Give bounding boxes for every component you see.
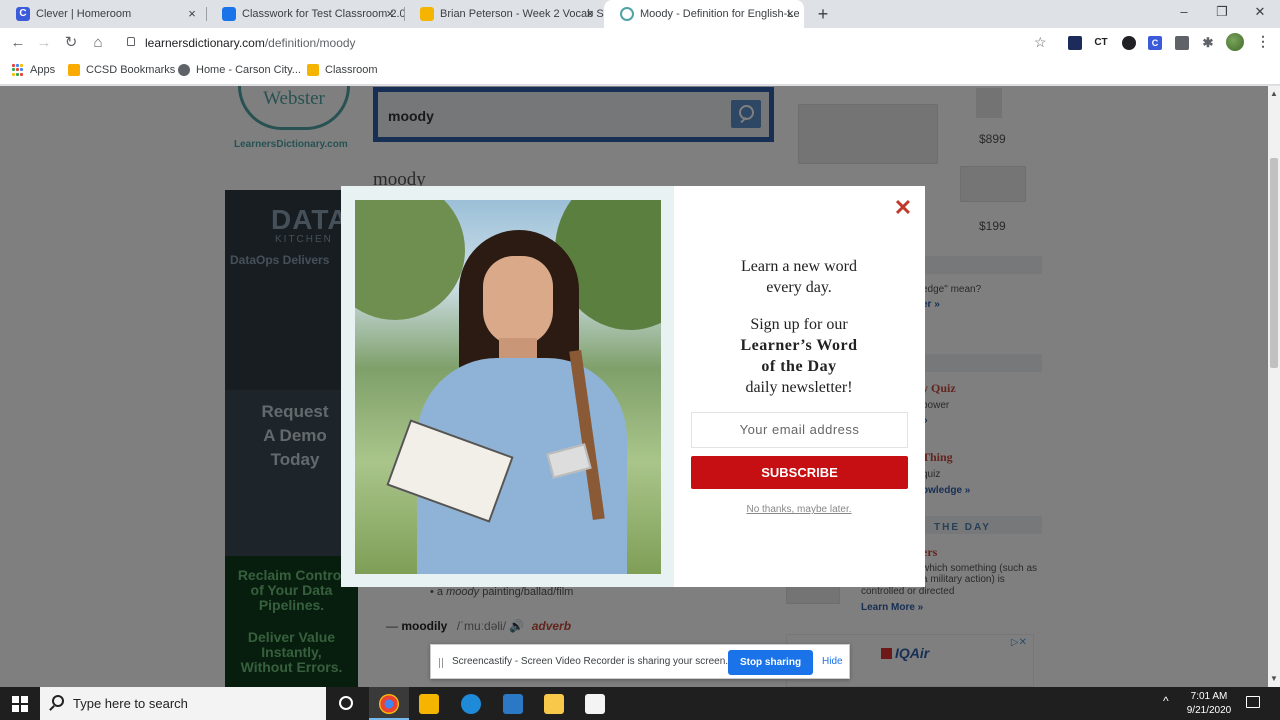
drag-handle-icon[interactable]	[439, 658, 443, 668]
tab-close-icon[interactable]: ×	[382, 6, 398, 22]
windows-start-icon[interactable]	[12, 696, 28, 712]
bookmark-label: Classroom	[325, 64, 378, 76]
bookmark-ccsd[interactable]: CCSD Bookmarks	[68, 64, 175, 76]
file-explorer-icon[interactable]	[544, 694, 564, 714]
profile-avatar[interactable]	[1226, 33, 1244, 51]
subscribe-button[interactable]: SUBSCRIBE	[691, 456, 908, 489]
bookmark-carson-city[interactable]: Home - Carson City...	[178, 64, 301, 76]
close-icon[interactable]: ✕	[893, 197, 913, 219]
modal-heading: Learn a new word every day.	[741, 258, 857, 296]
tab-title: Brian Peterson - Week 2 Vocab Sl	[440, 8, 604, 20]
globe-favicon-icon	[620, 7, 634, 21]
screen-share-bar: Screencastify - Screen Video Recorder is…	[430, 644, 850, 679]
globe-icon	[178, 64, 190, 76]
modal-image-frame	[341, 186, 674, 587]
extensions-puzzle-icon[interactable]: ✱	[1201, 36, 1215, 50]
tab-close-icon[interactable]: ×	[782, 6, 798, 22]
tab-title: Clever | Homeroom	[36, 8, 132, 20]
bookmark-classroom[interactable]: Classroom	[307, 64, 378, 76]
no-thanks-link[interactable]: No thanks, maybe later.	[691, 504, 907, 515]
back-arrow-icon[interactable]: ←	[9, 34, 27, 52]
lock-icon[interactable]	[127, 37, 135, 46]
bookmark-label: Apps	[30, 64, 56, 76]
tab-title: Classwork for Test Classroom 2.0	[242, 8, 404, 20]
extension-c-icon[interactable]: C	[1148, 36, 1162, 50]
bookmark-apps[interactable]: Apps	[12, 64, 55, 76]
newsletter-modal: ✕ Learn a new word every day. Sign up for…	[341, 186, 925, 587]
tab-close-icon[interactable]: ×	[184, 6, 200, 22]
classroom-favicon-icon	[222, 7, 236, 21]
bookmark-star-icon[interactable]: ☆	[1034, 34, 1047, 51]
store-icon[interactable]	[585, 694, 605, 714]
scroll-thumb[interactable]	[1270, 158, 1278, 368]
window-close-button[interactable]: ✕	[1250, 4, 1270, 20]
tab-moody-definition[interactable]: Moody - Definition for English-Le ×	[604, 0, 804, 28]
url-host: learnersdictionary.com	[145, 36, 265, 50]
new-tab-button[interactable]: +	[814, 5, 832, 23]
chrome-icon[interactable]	[379, 694, 399, 714]
maximize-button[interactable]: ❐	[1212, 4, 1232, 20]
bookmark-label: Home - Carson City...	[196, 64, 301, 76]
tab-close-icon[interactable]: ×	[582, 6, 598, 22]
hide-link[interactable]: Hide	[822, 656, 843, 667]
tab-clever[interactable]: C Clever | Homeroom ×	[0, 0, 206, 28]
modal-body: Sign up for our Learner’s Word of the Da…	[740, 316, 858, 396]
cortana-icon[interactable]	[339, 696, 353, 710]
kebab-menu-icon[interactable]: ⋮	[1256, 34, 1270, 48]
taskbar-search-placeholder: Type here to search	[73, 696, 188, 711]
slides-favicon-icon	[420, 7, 434, 21]
tab-classwork[interactable]: Classwork for Test Classroom 2.0 ×	[206, 0, 404, 28]
address-bar[interactable]: learnersdictionary.com/definition/moody	[145, 36, 356, 50]
extension-icon[interactable]	[1068, 36, 1082, 50]
clever-favicon-icon: C	[16, 7, 30, 21]
tab-vocab-slides[interactable]: Brian Peterson - Week 2 Vocab Sl ×	[404, 0, 604, 28]
classroom-icon	[307, 64, 319, 76]
folder-icon	[68, 64, 80, 76]
url-path: /definition/moody	[264, 36, 356, 50]
clock[interactable]: 7:01 AM 9/21/2020	[1180, 690, 1238, 718]
mail-icon[interactable]	[503, 694, 523, 714]
apps-grid-icon	[12, 64, 24, 76]
notification-icon[interactable]	[1246, 696, 1260, 708]
slides-app-icon[interactable]	[419, 694, 439, 714]
share-message: Screencastify - Screen Video Recorder is…	[452, 656, 729, 667]
tab-strip: C Clever | Homeroom × Classwork for Test…	[0, 0, 1280, 28]
bookmarks-bar: Apps CCSD Bookmarks Home - Carson City..…	[0, 58, 1280, 85]
minimize-button[interactable]: –	[1174, 4, 1194, 19]
search-icon	[52, 695, 64, 707]
tab-title: Moody - Definition for English-Le	[640, 8, 800, 20]
bookmark-label: CCSD Bookmarks	[86, 64, 176, 76]
reload-icon[interactable]: ↻	[62, 34, 80, 52]
forward-arrow-icon[interactable]: →	[35, 34, 53, 52]
taskbar-search[interactable]: Type here to search	[40, 687, 326, 720]
web-page: Webster LearnersDictionary.com moody moo…	[0, 86, 1268, 687]
email-field[interactable]: Your email address	[691, 412, 908, 448]
browser-toolbar: ← → ↻ ⌂ learnersdictionary.com/definitio…	[0, 28, 1280, 58]
scroll-up-icon[interactable]: ▲	[1270, 89, 1278, 98]
extension-icon[interactable]	[1122, 36, 1136, 50]
home-icon[interactable]: ⌂	[89, 34, 107, 52]
student-photo	[355, 200, 661, 574]
windows-taskbar: Type here to search ^ 7:01 AM 9/21/2020	[0, 687, 1280, 720]
stop-sharing-button[interactable]: Stop sharing	[728, 650, 813, 675]
tray-expand-icon[interactable]: ^	[1163, 694, 1169, 708]
extension-icon[interactable]	[1175, 36, 1189, 50]
page-scrollbar[interactable]: ▲ ▼	[1268, 86, 1280, 687]
extension-ct-icon[interactable]: CT	[1094, 36, 1108, 50]
scroll-down-icon[interactable]: ▼	[1270, 674, 1278, 683]
edge-icon[interactable]	[461, 694, 481, 714]
